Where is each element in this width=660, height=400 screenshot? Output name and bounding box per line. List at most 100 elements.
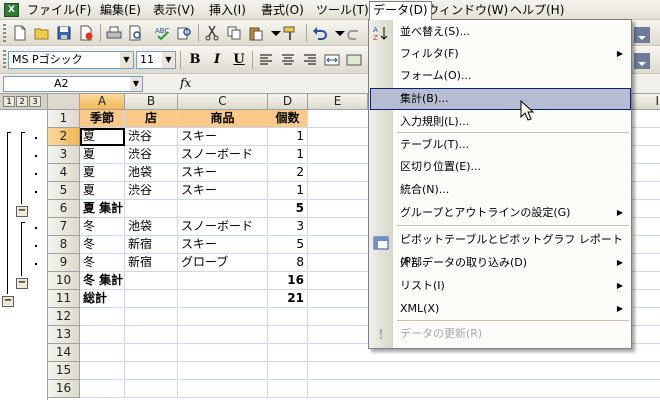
- print-preview-icon[interactable]: [126, 24, 146, 42]
- cut-icon[interactable]: [202, 24, 222, 42]
- table-cell[interactable]: [268, 380, 308, 398]
- table-cell[interactable]: [125, 344, 178, 362]
- table-cell[interactable]: [80, 362, 125, 380]
- table-cell[interactable]: 池袋: [125, 164, 178, 182]
- permission-icon[interactable]: [76, 24, 96, 42]
- data-menu-item[interactable]: 入力規則(L)...: [370, 111, 631, 133]
- column-title-cell[interactable]: 個数: [268, 110, 308, 128]
- table-cell[interactable]: グローブ: [178, 254, 268, 272]
- outline-level-2-button[interactable]: 2: [16, 96, 28, 107]
- column-title-cell[interactable]: 季節: [80, 110, 125, 128]
- data-menu-item[interactable]: 区切り位置(E)...: [370, 156, 631, 178]
- menu-help[interactable]: ヘルプ(H): [507, 2, 567, 18]
- table-cell[interactable]: 渋谷: [125, 182, 178, 200]
- table-cell[interactable]: 21: [268, 290, 308, 308]
- table-cell[interactable]: スキー: [178, 164, 268, 182]
- bold-button[interactable]: B: [186, 51, 204, 69]
- menu-tools[interactable]: ツール(T): [313, 2, 372, 18]
- table-cell[interactable]: 夏: [80, 182, 125, 200]
- outline-collapse-button[interactable]: −: [16, 278, 28, 289]
- menu-view[interactable]: 表示(V): [150, 2, 198, 18]
- table-cell[interactable]: [125, 362, 178, 380]
- table-cell[interactable]: 夏: [80, 146, 125, 164]
- new-file-icon[interactable]: [10, 24, 30, 42]
- table-cell[interactable]: 5: [268, 200, 308, 218]
- row-header[interactable]: 7: [48, 218, 80, 236]
- menu-file[interactable]: ファイル(F): [24, 2, 94, 18]
- table-cell[interactable]: [178, 200, 268, 218]
- paste-icon[interactable]: [246, 24, 266, 42]
- font-size-combo[interactable]: 11 ▼: [136, 51, 176, 69]
- row-header[interactable]: 5: [48, 182, 80, 200]
- table-cell[interactable]: 冬: [80, 218, 125, 236]
- table-cell[interactable]: [178, 362, 268, 380]
- select-all-corner[interactable]: [48, 94, 80, 110]
- chevron-down-icon[interactable]: ▼: [130, 77, 142, 91]
- undo-dropdown-icon[interactable]: [330, 24, 345, 42]
- table-cell[interactable]: [178, 380, 268, 398]
- table-cell[interactable]: [80, 326, 125, 344]
- menu-data[interactable]: データ(D): [369, 1, 432, 20]
- redo-icon[interactable]: [344, 24, 364, 42]
- underline-button[interactable]: U: [230, 51, 248, 69]
- table-cell[interactable]: 冬 集計: [80, 272, 125, 290]
- table-cell[interactable]: [80, 380, 125, 398]
- column-header[interactable]: D: [268, 94, 308, 110]
- table-cell[interactable]: [125, 308, 178, 326]
- row-header[interactable]: 9: [48, 254, 80, 272]
- table-cell[interactable]: 冬: [80, 236, 125, 254]
- data-menu-item[interactable]: 集計(B)...: [370, 88, 631, 110]
- data-menu-item[interactable]: フォーム(O)...: [370, 65, 631, 87]
- table-cell[interactable]: [178, 290, 268, 308]
- table-cell[interactable]: [80, 308, 125, 326]
- table-cell[interactable]: 渋谷: [125, 128, 178, 146]
- toolbar-options-icon[interactable]: [632, 26, 650, 44]
- row-header[interactable]: 6: [48, 200, 80, 218]
- data-menu-item[interactable]: 並べ替え(S)...: [370, 21, 631, 43]
- outline-collapse-button[interactable]: −: [16, 206, 28, 217]
- table-cell[interactable]: [125, 380, 178, 398]
- paste-dropdown-icon[interactable]: [266, 24, 281, 42]
- row-header[interactable]: 13: [48, 326, 80, 344]
- format-painter-icon[interactable]: [280, 24, 300, 42]
- data-menu-item[interactable]: XML(X) ▶: [370, 298, 631, 320]
- row-header[interactable]: 2: [48, 128, 80, 146]
- table-cell[interactable]: スノーボード: [178, 218, 268, 236]
- data-menu-item[interactable]: フィルタ(F) ▶: [370, 43, 631, 65]
- align-right-icon[interactable]: [300, 51, 320, 69]
- save-icon[interactable]: [54, 24, 74, 42]
- data-menu-item[interactable]: グループとアウトラインの設定(G) ▶: [370, 202, 631, 224]
- table-cell[interactable]: 1: [268, 128, 308, 146]
- table-cell[interactable]: [125, 272, 178, 290]
- spelling-icon[interactable]: ABC: [152, 24, 172, 42]
- table-cell[interactable]: 1: [268, 146, 308, 164]
- excel-app-icon[interactable]: X: [4, 3, 19, 17]
- data-menu-item[interactable]: 統合(N)...: [370, 179, 631, 201]
- row-header[interactable]: 15: [48, 362, 80, 380]
- table-cell[interactable]: [268, 362, 308, 380]
- column-header[interactable]: A: [80, 94, 125, 110]
- outline-collapse-button[interactable]: −: [2, 296, 14, 307]
- row-header[interactable]: 16: [48, 380, 80, 398]
- name-box[interactable]: A2 ▼: [3, 76, 143, 92]
- column-title-cell[interactable]: 商品: [178, 110, 268, 128]
- table-cell[interactable]: [268, 326, 308, 344]
- open-folder-icon[interactable]: [32, 24, 52, 42]
- row-header[interactable]: 14: [48, 344, 80, 362]
- empty-cells[interactable]: [308, 362, 660, 380]
- column-header[interactable]: B: [125, 94, 178, 110]
- data-menu-item[interactable]: 外部データの取り込み(D) ▶: [370, 252, 631, 274]
- italic-button[interactable]: I: [208, 51, 226, 69]
- table-cell[interactable]: 夏 集計: [80, 200, 125, 218]
- outline-level-3-button[interactable]: 3: [29, 96, 41, 107]
- table-cell[interactable]: [268, 344, 308, 362]
- row-header[interactable]: 4: [48, 164, 80, 182]
- insert-function-icon[interactable]: fx: [180, 76, 191, 90]
- table-cell[interactable]: [178, 344, 268, 362]
- outline-level-1-button[interactable]: 1: [3, 96, 15, 107]
- table-cell[interactable]: 新宿: [125, 254, 178, 272]
- table-cell[interactable]: スノーボード: [178, 146, 268, 164]
- copy-icon[interactable]: [224, 24, 244, 42]
- table-cell[interactable]: [178, 326, 268, 344]
- row-header[interactable]: 11: [48, 290, 80, 308]
